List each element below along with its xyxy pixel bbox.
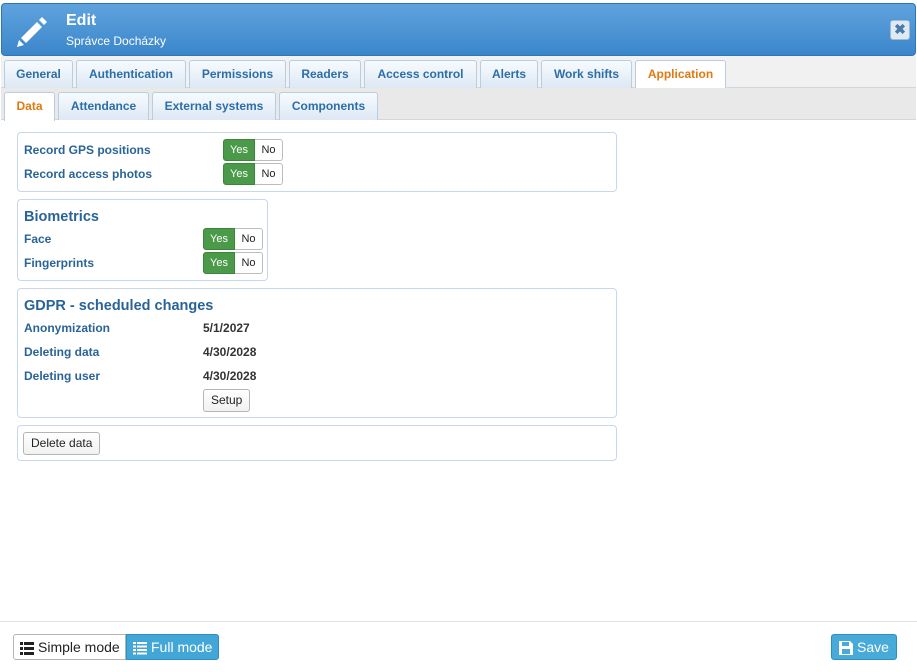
fingerprints-no-option[interactable]: No	[235, 252, 263, 274]
edit-dialog: Edit Správce Docházky ✖ General Authenti…	[0, 0, 917, 672]
delete-data-button[interactable]: Delete data	[23, 432, 101, 455]
gps-toggle[interactable]: Yes No	[223, 139, 283, 161]
gdpr-panel: GDPR - scheduled changes Anonymization 5…	[17, 288, 617, 418]
anonymization-date: 5/1/2027	[203, 321, 250, 335]
deleting-user-date: 4/30/2028	[203, 369, 257, 383]
subtab-attendance[interactable]: Attendance	[58, 92, 149, 120]
face-toggle[interactable]: Yes No	[203, 228, 263, 250]
fingerprints-yes-option[interactable]: Yes	[203, 252, 235, 274]
gdpr-title: GDPR - scheduled changes	[24, 298, 214, 314]
photos-toggle[interactable]: Yes No	[223, 163, 283, 185]
deleting-user-label: Deleting user	[24, 369, 101, 383]
dialog-title: Edit	[66, 12, 97, 29]
simple-mode-label: Simple mode	[38, 639, 120, 655]
photos-label: Record access photos	[24, 167, 153, 181]
dialog-header: Edit Správce Docházky ✖	[1, 3, 916, 56]
gps-no-option[interactable]: No	[255, 139, 283, 161]
gps-label: Record GPS positions	[24, 143, 151, 157]
subtab-external-systems[interactable]: External systems	[152, 92, 276, 120]
fingerprints-label: Fingerprints	[24, 256, 95, 270]
tab-readers[interactable]: Readers	[289, 60, 361, 88]
save-button[interactable]: Save	[831, 634, 897, 660]
list-icon	[133, 641, 147, 655]
tab-permissions[interactable]: Permissions	[189, 60, 286, 88]
tab-general[interactable]: General	[4, 60, 73, 88]
gps-yes-option[interactable]: Yes	[223, 139, 255, 161]
full-mode-button[interactable]: Full mode	[126, 634, 219, 660]
biometrics-panel: Biometrics Face Yes No Fingerprints Yes …	[17, 199, 268, 281]
floppy-disk-icon	[839, 641, 853, 656]
subtab-components[interactable]: Components	[279, 92, 378, 120]
photos-no-option[interactable]: No	[255, 163, 283, 185]
list-icon	[20, 641, 34, 655]
record-settings-panel: Record GPS positions Yes No Record acces…	[17, 132, 617, 192]
fingerprints-toggle[interactable]: Yes No	[203, 252, 263, 274]
main-tabs: General Authentication Permissions Reade…	[1, 56, 916, 89]
anonymization-label: Anonymization	[24, 321, 110, 335]
deleting-data-date: 4/30/2028	[203, 345, 257, 359]
tab-access-control[interactable]: Access control	[364, 60, 477, 88]
delete-data-panel: Delete data	[17, 425, 617, 461]
close-icon[interactable]: ✖	[890, 20, 910, 40]
deleting-data-label: Deleting data	[24, 345, 100, 359]
face-no-option[interactable]: No	[235, 228, 263, 250]
face-yes-option[interactable]: Yes	[203, 228, 235, 250]
tab-work-shifts[interactable]: Work shifts	[541, 60, 632, 88]
biometrics-title: Biometrics	[24, 209, 99, 225]
subtab-data[interactable]: Data	[4, 92, 55, 121]
setup-button[interactable]: Setup	[203, 389, 251, 412]
sub-tabs: Data Attendance External systems Compone…	[1, 88, 916, 121]
face-label: Face	[24, 232, 52, 246]
photos-yes-option[interactable]: Yes	[223, 163, 255, 185]
pencil-icon	[17, 17, 47, 47]
footer-divider	[0, 621, 917, 622]
tab-authentication[interactable]: Authentication	[76, 60, 186, 88]
dialog-subtitle: Správce Docházky	[66, 34, 167, 48]
full-mode-label: Full mode	[151, 639, 213, 655]
tab-application[interactable]: Application	[635, 60, 726, 89]
simple-mode-button[interactable]: Simple mode	[13, 634, 126, 660]
tab-alerts[interactable]: Alerts	[480, 60, 538, 88]
save-label: Save	[857, 639, 889, 655]
